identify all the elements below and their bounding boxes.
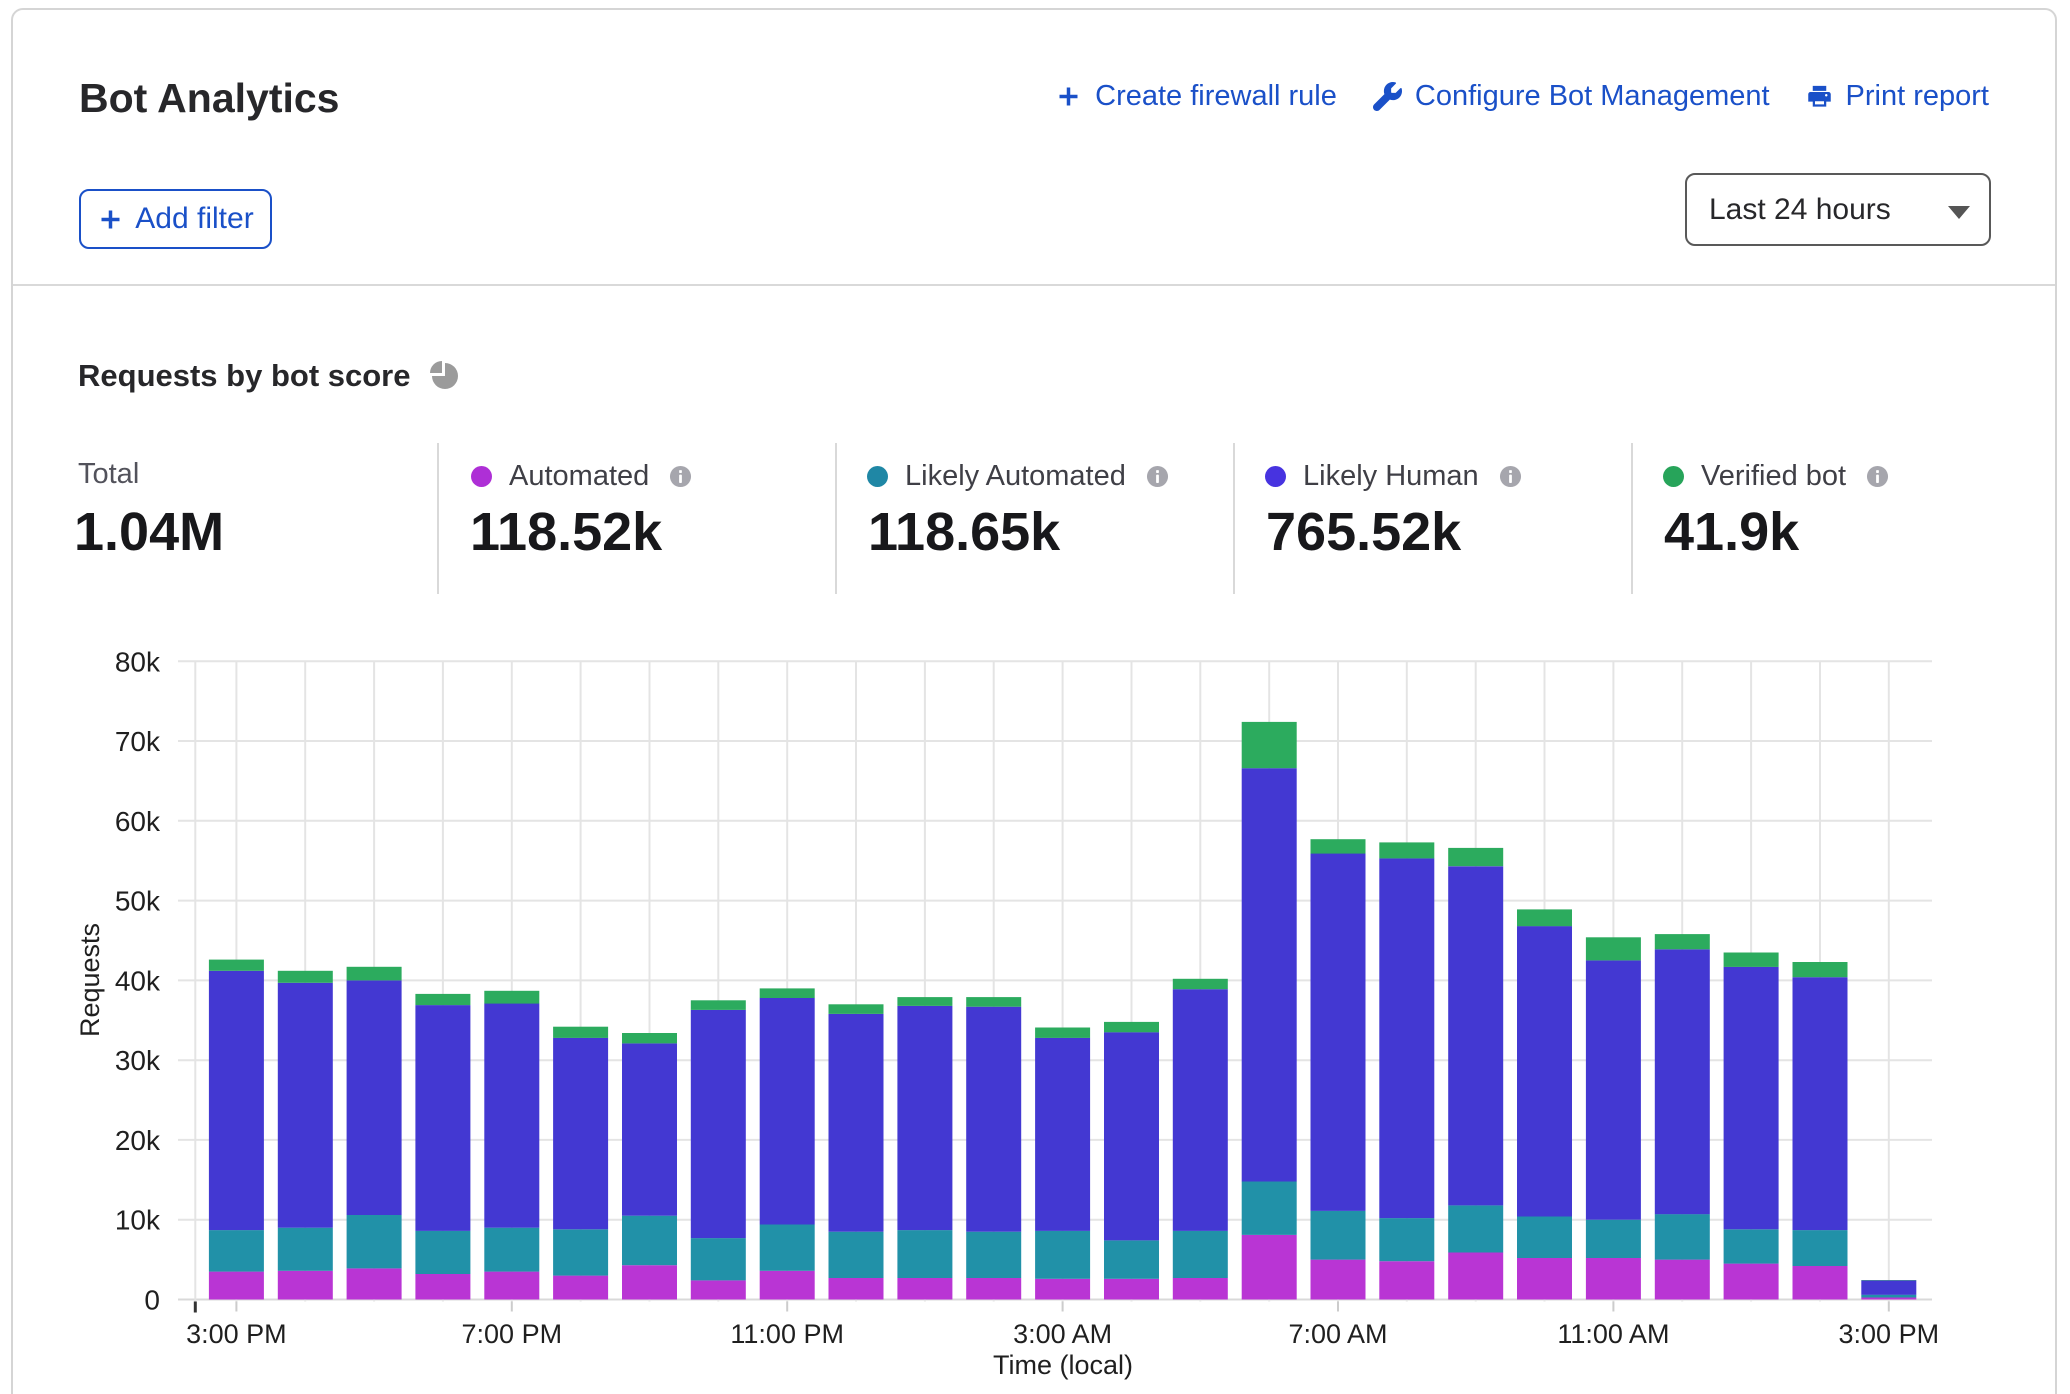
svg-text:7:00 PM: 7:00 PM [462, 1319, 563, 1349]
svg-text:20k: 20k [115, 1125, 161, 1156]
svg-text:40k: 40k [115, 965, 161, 996]
svg-text:3:00 PM: 3:00 PM [186, 1319, 287, 1349]
svg-text:70k: 70k [115, 726, 161, 757]
svg-text:11:00 AM: 11:00 AM [1557, 1319, 1669, 1349]
svg-text:7:00 AM: 7:00 AM [1288, 1319, 1387, 1349]
svg-text:3:00 AM: 3:00 AM [1013, 1319, 1112, 1349]
svg-text:Time (local): Time (local) [993, 1350, 1133, 1380]
svg-text:3:00 PM: 3:00 PM [1839, 1319, 1940, 1349]
svg-text:80k: 80k [115, 646, 161, 677]
svg-text:Requests: Requests [75, 923, 105, 1037]
svg-text:30k: 30k [115, 1045, 161, 1076]
svg-text:11:00 PM: 11:00 PM [730, 1319, 844, 1349]
svg-text:50k: 50k [115, 886, 161, 917]
svg-text:10k: 10k [115, 1205, 161, 1236]
svg-text:0: 0 [144, 1285, 160, 1316]
svg-text:60k: 60k [115, 806, 161, 837]
